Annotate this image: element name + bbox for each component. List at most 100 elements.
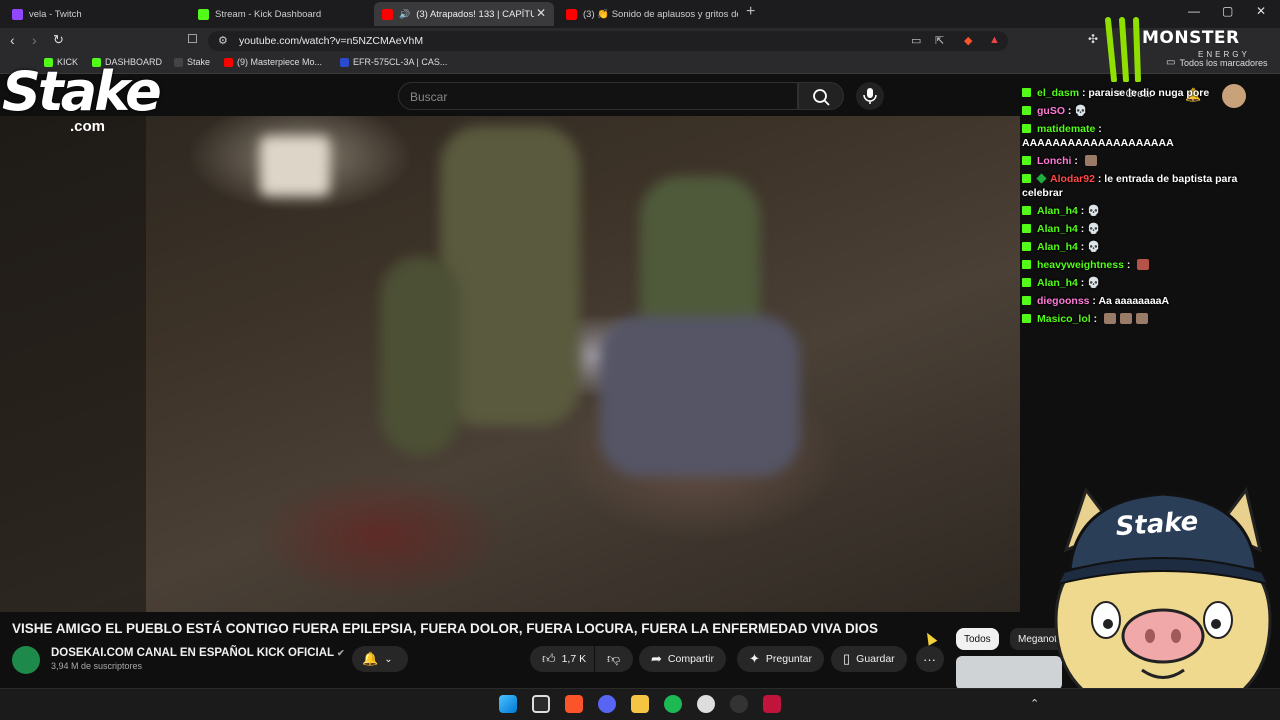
search-icon <box>813 89 830 106</box>
chat-text: 💀 <box>1087 223 1101 235</box>
bookmark-label: Stake <box>187 57 211 67</box>
chat-username: Alan_h4 <box>1037 223 1078 235</box>
sparkle-icon: ✦ <box>749 651 760 666</box>
chat-message: Alan_h4 : 💀 <box>1022 276 1272 290</box>
speaker-icon: 🔊 <box>399 8 411 19</box>
subscriber-count: 3,94 M de suscriptores <box>51 661 143 671</box>
brave-shield-icon[interactable]: ◆ <box>964 34 972 47</box>
ask-label: Preguntar <box>765 653 813 665</box>
chat-username: Alan_h4 <box>1037 205 1078 217</box>
url-text: youtube.com/watch?v=n5NZCMAeVhM <box>239 35 424 47</box>
windows-start-icon[interactable] <box>499 695 517 713</box>
kick-badge-icon <box>1022 106 1031 115</box>
kick-badge-icon <box>1022 242 1031 251</box>
kick-badge-icon <box>1022 156 1031 165</box>
chat-username: guSO <box>1037 105 1065 117</box>
channel-avatar[interactable] <box>12 646 40 674</box>
voice-search-button[interactable] <box>856 82 884 110</box>
monster-energy-logo: MONSTER ENERGY <box>1102 14 1278 84</box>
cast-icon[interactable]: ▭ <box>911 34 921 47</box>
forward-button[interactable]: › <box>32 32 37 48</box>
search-placeholder: Buscar <box>410 90 448 104</box>
tab-kick-dashboard[interactable]: Stream - Kick Dashboard <box>190 2 370 26</box>
youtube-icon <box>382 8 393 20</box>
spotify-icon[interactable] <box>664 695 682 713</box>
bookmarks-bar: KICK DASHBOARD Stake (9) Masterpiece Mo.… <box>0 54 1280 74</box>
tab-title: Stream - Kick Dashboard <box>215 8 322 20</box>
kick-icon <box>198 8 209 20</box>
tab-twitch[interactable]: vela - Twitch <box>4 2 188 26</box>
chat-message: guSO : 💀 <box>1022 104 1272 118</box>
ask-button[interactable]: ✦ Preguntar <box>737 646 825 672</box>
file-explorer-icon[interactable] <box>631 695 649 713</box>
task-view-icon[interactable] <box>532 695 550 713</box>
like-button[interactable]: 👍︎ 1,7 K <box>530 646 594 672</box>
chat-emote <box>1084 155 1097 166</box>
kick-badge-icon <box>1022 124 1031 133</box>
video-player[interactable] <box>0 116 1020 612</box>
tab-title: vela - Twitch <box>29 8 82 20</box>
tray-chevron-up-icon[interactable]: ⌃ <box>1030 697 1039 710</box>
chat-message: Alan_h4 : 💀 <box>1022 204 1272 218</box>
new-tab-button[interactable]: + <box>746 3 755 21</box>
bookmark-icon[interactable]: ☐ <box>187 32 198 46</box>
share-label: Compartir <box>667 653 714 665</box>
more-actions-button[interactable]: ··· <box>916 646 944 672</box>
microphone-icon <box>863 88 877 104</box>
chat-emote <box>1104 313 1117 324</box>
kick-badge-icon <box>1022 314 1031 323</box>
youtube-icon <box>224 57 233 67</box>
share-button[interactable]: ➦ Compartir <box>639 646 726 672</box>
reload-button[interactable]: ↻ <box>53 32 64 48</box>
save-button[interactable]: ▯ Guardar <box>831 646 907 672</box>
chat-message: Alodar92 : le entrada de baptista para c… <box>1022 173 1238 199</box>
obs-icon[interactable] <box>697 695 715 713</box>
dislike-button[interactable]: 👎︎ <box>595 646 633 672</box>
cap-stake-text: Stake <box>1115 507 1200 543</box>
brave-browser-icon[interactable] <box>565 695 583 713</box>
chat-message: diegoonss : Aa aaaaaaaaA <box>1022 294 1272 308</box>
site-info-icon[interactable]: ⚙ <box>218 34 228 47</box>
channel-name[interactable]: DOSEKAI.COM CANAL EN ESPAÑOL KICK OFICIA… <box>51 647 345 659</box>
chat-text: 💀 <box>1087 241 1101 253</box>
youtube-icon <box>566 8 577 20</box>
rewards-icon[interactable]: ▲ <box>989 34 1000 46</box>
video-figure <box>440 126 580 426</box>
filter-chip-todos[interactable]: Todos <box>956 628 999 650</box>
bookmark-masterpiece[interactable]: (9) Masterpiece Mo... <box>224 57 322 67</box>
share-icon[interactable]: ⇱ <box>935 34 944 47</box>
valorant-icon[interactable] <box>763 695 781 713</box>
chat-username: Alodar92 <box>1050 173 1095 185</box>
chat-username: diegoonss <box>1037 295 1090 307</box>
bookmark-label: EFR-575CL-3A | CAS... <box>353 57 448 67</box>
chat-message: matidemate : AAAAAAAAAAAAAAAAAAAA <box>1022 123 1174 149</box>
bell-icon: 🔔 <box>362 651 379 666</box>
bookmark-casio[interactable]: EFR-575CL-3A | CAS... <box>340 57 447 67</box>
chat-username: Alan_h4 <box>1037 241 1078 253</box>
tab-youtube-atrapados[interactable]: 🔊 (3) Atrapados! 133 | CAPÍTULO ✕ <box>374 2 554 26</box>
discord-icon[interactable] <box>598 695 616 713</box>
chat-message: Lonchi : <box>1022 154 1272 168</box>
windows-taskbar: ⌃ <box>0 688 1280 720</box>
thumbs-down-icon: 👎︎ <box>607 651 621 666</box>
close-tab-icon[interactable]: ✕ <box>536 6 546 20</box>
tab-youtube-aplausos[interactable]: (3) 👏 Sonido de aplausos y gritos de <box>558 2 738 26</box>
video-title: VISHE AMIGO EL PUEBLO ESTÁ CONTIGO FUERA… <box>12 621 879 636</box>
monster-claw-icon <box>1105 17 1141 82</box>
extensions-icon[interactable]: ✣ <box>1088 32 1098 46</box>
address-bar[interactable]: ⚙ youtube.com/watch?v=n5NZCMAeVhM ▭ ⇱ ◆ … <box>208 31 1008 51</box>
kick-badge-icon <box>1022 296 1031 305</box>
save-bookmark-icon: ▯ <box>843 651 851 666</box>
video-figure <box>380 256 460 456</box>
save-label: Guardar <box>856 653 895 665</box>
search-button[interactable] <box>798 82 844 110</box>
subscription-bell-button[interactable]: 🔔 ⌄ <box>352 646 408 672</box>
app-icon[interactable] <box>730 695 748 713</box>
back-button[interactable]: ‹ <box>10 32 15 48</box>
search-input[interactable]: Buscar <box>398 82 798 110</box>
kick-badge-icon <box>1022 278 1031 287</box>
chat-emote <box>1137 259 1150 270</box>
chat-overlay: el_dasm : paraise le dio nuga pore guSO … <box>1022 86 1272 330</box>
chat-username: Masico_lol <box>1037 313 1091 325</box>
kick-badge-icon <box>1022 88 1031 97</box>
